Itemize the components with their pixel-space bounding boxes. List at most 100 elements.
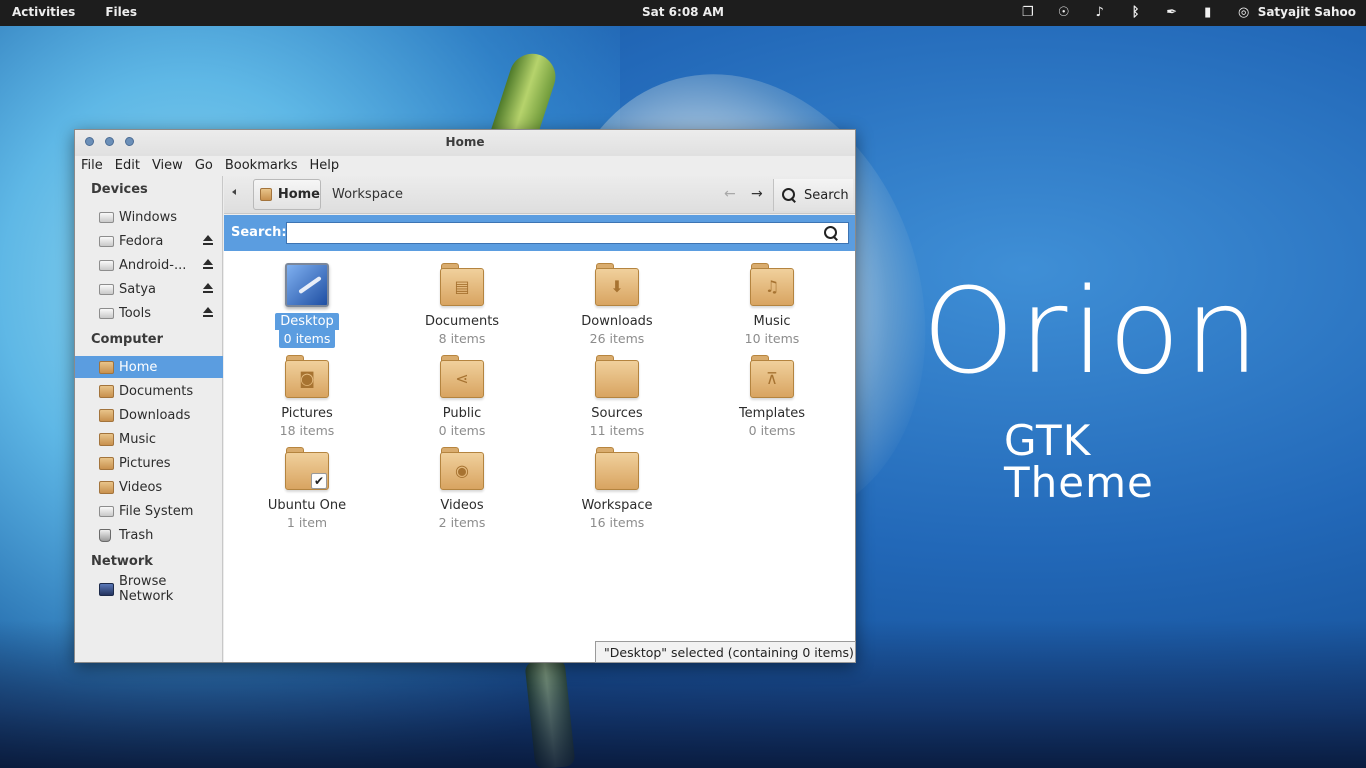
sidebar-item-satya[interactable]: Satya [75,278,223,300]
videos-folder-icon: ◉ [440,447,484,491]
breadcrumb-label: Home [277,187,320,202]
sidebar-item-fedora[interactable]: Fedora [75,230,223,252]
file-item-public[interactable]: ⋖ Public 0 items [397,355,527,440]
search-icon[interactable] [824,226,838,240]
sidebar-item-file-system[interactable]: File System [75,500,223,522]
sidebar-item-label: Windows [119,209,178,225]
toolbar: Home Workspace ← → Search [224,176,855,214]
folder-icon [595,447,639,491]
menu-bookmarks[interactable]: Bookmarks [225,158,298,173]
drive-icon [99,235,114,247]
ubuntu-one-folder-icon: ✔ [285,447,329,491]
file-item-workspace[interactable]: Workspace 16 items [552,447,682,532]
eject-icon[interactable] [203,307,213,317]
music-folder-icon: ♫ [750,263,794,307]
sidebar-item-label: Tools [119,305,152,321]
file-view: Desktop 0 items ▤ Documents 8 items ⬇ Do… [224,251,855,662]
public-folder-icon: ⋖ [440,355,484,399]
menu-view[interactable]: View [152,158,183,173]
music-folder-icon [99,432,114,446]
search-icon [782,188,796,202]
file-name: Desktop [275,313,339,330]
file-manager-window: Home File Edit View Go Bookmarks Help De… [74,129,856,663]
clock[interactable]: Sat 6:08 AM [642,5,724,19]
pen-icon[interactable]: ✒ [1164,3,1180,21]
sidebar-item-tools[interactable]: Tools [75,302,223,324]
sidebar-item-browse-network[interactable]: Browse Network [75,574,223,604]
file-count: 8 items [438,331,486,346]
menu-bar: File Edit View Go Bookmarks Help [75,154,339,176]
sidebar-item-label: Android-... [119,257,187,273]
title-bar[interactable]: Home [75,130,855,156]
clipboard-icon[interactable]: ❐ [1020,3,1036,21]
search-button-label: Search [804,187,849,203]
file-item-ubuntu-one[interactable]: ✔ Ubuntu One 1 item [242,447,372,532]
sidebar-header-computer: Computer [91,332,164,347]
sidebar-item-videos[interactable]: Videos [75,476,223,498]
menu-file[interactable]: File [81,158,103,173]
path-scroll-left-icon[interactable] [232,189,236,195]
menu-go[interactable]: Go [195,158,213,173]
eject-icon[interactable] [203,235,213,245]
user-name: Satyajit Sahoo [1257,5,1356,19]
desktop-folder-icon [285,263,329,307]
sidebar-item-trash[interactable]: Trash [75,524,223,546]
sidebar-item-downloads[interactable]: Downloads [75,404,223,426]
drive-icon [99,505,114,517]
search-input[interactable] [286,222,849,244]
file-count: 0 items [278,330,336,348]
folder-icon [595,355,639,399]
sidebar-item-label: Pictures [119,455,171,471]
sidebar-item-windows[interactable]: Windows [75,206,223,228]
sidebar-item-home[interactable]: Home [75,356,223,378]
sidebar-item-music[interactable]: Music [75,428,223,450]
volume-icon[interactable]: ♪ [1092,3,1108,21]
file-item-desktop[interactable]: Desktop 0 items [242,263,372,348]
battery-icon[interactable]: ▮ [1200,3,1216,21]
menu-edit[interactable]: Edit [115,158,140,173]
search-button[interactable]: Search [773,179,853,211]
user-menu[interactable]: ◎ Satyajit Sahoo [1236,3,1356,21]
file-name: Pictures [281,406,333,421]
sidebar-item-documents[interactable]: Documents [75,380,223,402]
file-count: 18 items [279,423,335,438]
file-item-pictures[interactable]: ◙ Pictures 18 items [242,355,372,440]
sidebar-item-android[interactable]: Android-... [75,254,223,276]
breadcrumb-home[interactable]: Home [253,179,321,210]
menu-help[interactable]: Help [309,158,339,173]
pictures-folder-icon [99,456,114,470]
downloads-folder-icon: ⬇ [595,263,639,307]
file-count: 2 items [438,515,486,530]
file-name: Videos [440,498,484,513]
trash-icon [99,528,111,542]
sidebar-item-label: Home [119,359,158,375]
file-item-sources[interactable]: Sources 11 items [552,355,682,440]
templates-folder-icon: ⊼ [750,355,794,399]
sidebar-header-devices: Devices [91,182,148,197]
file-item-downloads[interactable]: ⬇ Downloads 26 items [552,263,682,348]
eject-icon[interactable] [203,259,213,269]
search-label: Search: [231,225,287,240]
sidebar-item-label: Downloads [119,407,191,423]
sidebar-item-pictures[interactable]: Pictures [75,452,223,474]
file-count: 1 item [286,515,328,530]
accessibility-icon[interactable]: ☉ [1056,3,1072,21]
home-folder-icon [260,188,272,201]
drive-icon [99,259,114,271]
status-bar: "Desktop" selected (containing 0 items) [595,641,856,663]
drive-icon [99,307,114,319]
file-item-music[interactable]: ♫ Music 10 items [707,263,837,348]
search-bar: Search: [224,215,855,251]
top-panel: Activities Files Sat 6:08 AM ❐ ☉ ♪ ᛒ ✒ ▮… [0,0,1366,26]
file-item-templates[interactable]: ⊼ Templates 0 items [707,355,837,440]
eject-icon[interactable] [203,283,213,293]
back-arrow-icon[interactable]: ← [724,187,736,201]
sidebar-item-label: Satya [119,281,156,297]
file-count: 11 items [589,423,645,438]
forward-arrow-icon[interactable]: → [751,187,763,201]
file-item-videos[interactable]: ◉ Videos 2 items [397,447,527,532]
breadcrumb-workspace[interactable]: Workspace [332,187,403,202]
bluetooth-icon[interactable]: ᛒ [1128,3,1144,21]
window-title: Home [445,135,485,149]
file-item-documents[interactable]: ▤ Documents 8 items [397,263,527,348]
